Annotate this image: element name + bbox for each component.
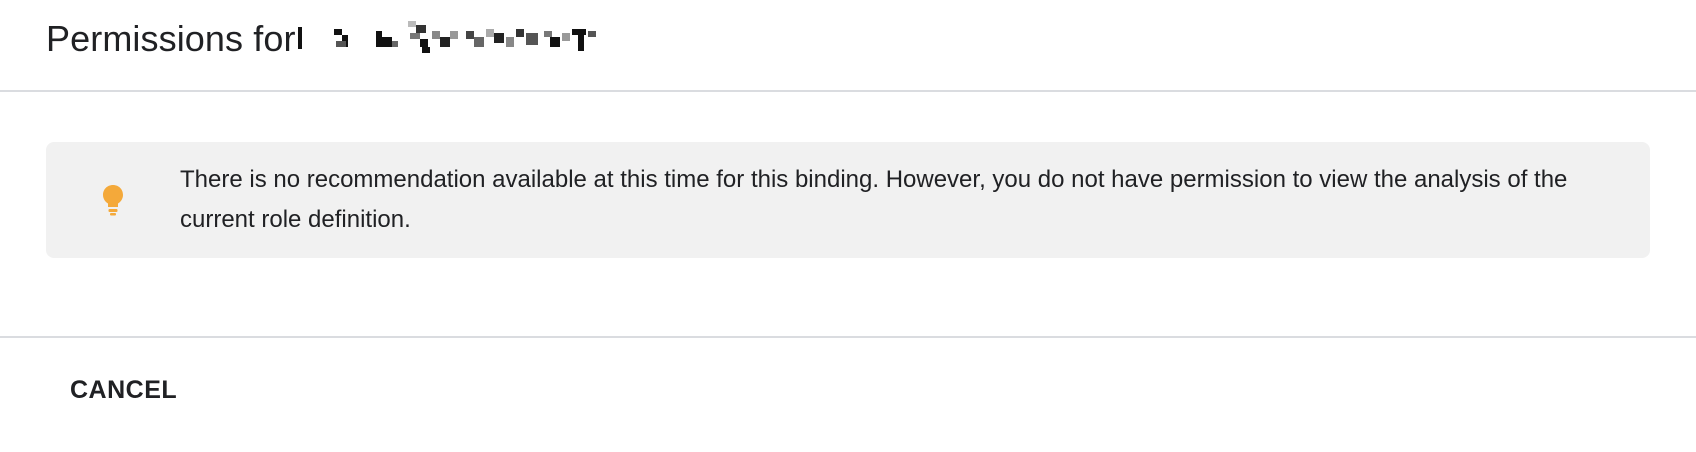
redacted-principal-name bbox=[297, 21, 596, 53]
lightbulb-icon-container bbox=[46, 142, 180, 258]
lightbulb-icon bbox=[103, 185, 123, 216]
dialog-body: There is no recommendation available at … bbox=[0, 92, 1696, 338]
dialog-header: Permissions for bbox=[0, 0, 1696, 92]
permissions-dialog: Permissions for There is no recommendati… bbox=[0, 0, 1696, 452]
dialog-title: Permissions for bbox=[46, 18, 296, 59]
notice-text: There is no recommendation available at … bbox=[180, 166, 1568, 233]
cancel-button[interactable]: CANCEL bbox=[70, 376, 177, 405]
dialog-footer: CANCEL bbox=[0, 338, 1696, 450]
recommendation-notice: There is no recommendation available at … bbox=[46, 142, 1650, 258]
